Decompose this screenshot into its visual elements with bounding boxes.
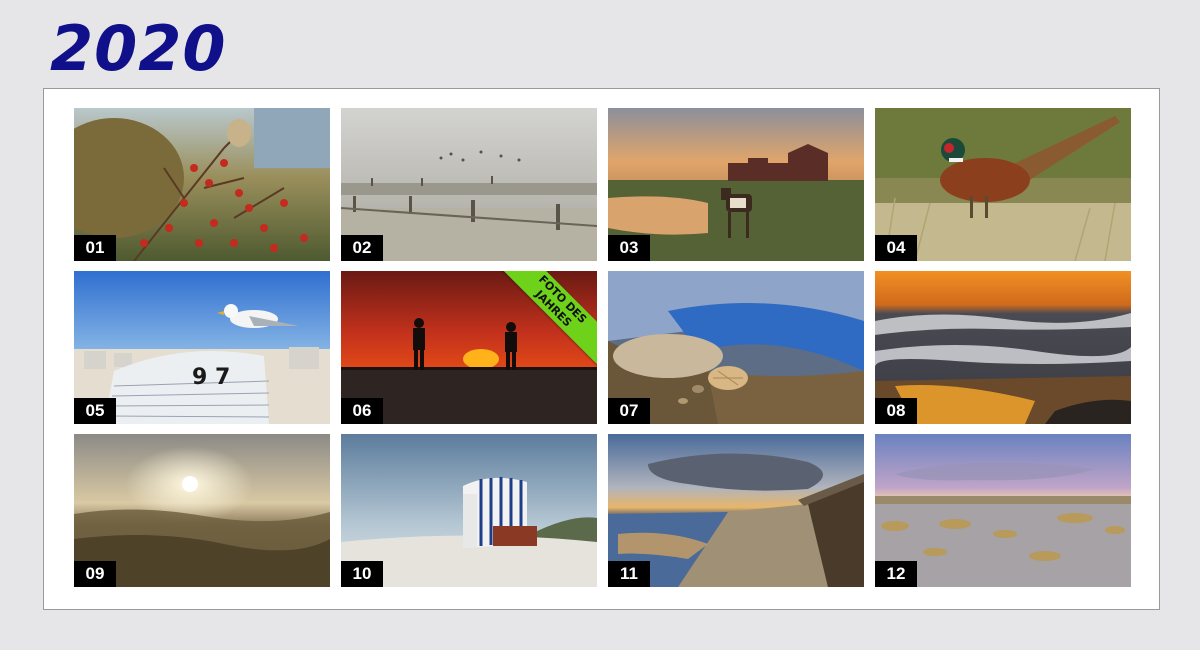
month-tile-11[interactable]: 11 xyxy=(608,434,864,587)
calendar-year-title: 2020 xyxy=(50,12,227,85)
month-number: 08 xyxy=(875,398,917,424)
month-tile-03[interactable]: 03 xyxy=(608,108,864,261)
month-tile-08[interactable]: 08 xyxy=(875,271,1131,424)
month-tile-09[interactable]: 09 xyxy=(74,434,330,587)
month-grid: 01 02 03 04 9 7 05 FOTO DES JAHRES 06 07… xyxy=(74,108,1131,587)
month-tile-10[interactable]: 10 xyxy=(341,434,597,587)
month-tile-01[interactable]: 01 xyxy=(74,108,330,261)
svg-text:9 7: 9 7 xyxy=(192,365,230,390)
month-number: 06 xyxy=(341,398,383,424)
month-number: 07 xyxy=(608,398,650,424)
month-number: 10 xyxy=(341,561,383,587)
month-tile-06[interactable]: FOTO DES JAHRES 06 xyxy=(341,271,597,424)
month-tile-05[interactable]: 9 7 05 xyxy=(74,271,330,424)
month-number: 04 xyxy=(875,235,917,261)
calendar-frame: 01 02 03 04 9 7 05 FOTO DES JAHRES 06 07… xyxy=(43,88,1160,610)
month-number: 05 xyxy=(74,398,116,424)
month-tile-12[interactable]: 12 xyxy=(875,434,1131,587)
month-number: 02 xyxy=(341,235,383,261)
month-number: 09 xyxy=(74,561,116,587)
month-tile-07[interactable]: 07 xyxy=(608,271,864,424)
month-number: 01 xyxy=(74,235,116,261)
month-number: 03 xyxy=(608,235,650,261)
month-tile-02[interactable]: 02 xyxy=(341,108,597,261)
month-tile-04[interactable]: 04 xyxy=(875,108,1131,261)
month-number: 11 xyxy=(608,561,650,587)
month-number: 12 xyxy=(875,561,917,587)
